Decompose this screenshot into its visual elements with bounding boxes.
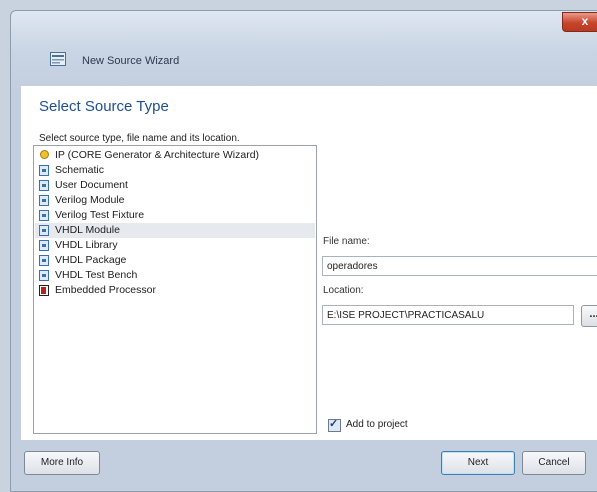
vhdl-module-icon (39, 225, 49, 236)
test-fixture-icon (39, 210, 49, 221)
window-title: New Source Wizard (82, 55, 180, 67)
location-label: Location: (323, 285, 364, 296)
schematic-icon (39, 165, 49, 176)
browse-button[interactable]: ... (581, 305, 597, 327)
list-item-vhdl-library[interactable]: VHDL Library (35, 238, 315, 253)
list-item-verilog-test-fixture[interactable]: Verilog Test Fixture (35, 208, 315, 223)
file-name-label: File name: (323, 236, 370, 247)
location-field[interactable]: E:\ISE PROJECT\PRACTICASALU (322, 305, 574, 325)
page-heading: Select Source Type (39, 98, 169, 115)
list-item-user-document[interactable]: User Document (35, 178, 315, 193)
close-button[interactable]: x (562, 12, 597, 32)
add-to-project-checkbox[interactable] (328, 417, 341, 432)
next-button[interactable]: Next (441, 451, 515, 475)
list-item-embedded-processor[interactable]: Embedded Processor (35, 283, 315, 298)
list-item-schematic[interactable]: Schematic (35, 163, 315, 178)
source-type-list[interactable]: IP (CORE Generator & Architecture Wizard… (33, 145, 317, 434)
verilog-icon (39, 195, 49, 206)
list-item-vhdl-test-bench[interactable]: VHDL Test Bench (35, 268, 315, 283)
vhdl-package-icon (39, 255, 49, 266)
more-info-button[interactable]: More Info (24, 451, 100, 475)
instruction-text: Select source type, file name and its lo… (39, 133, 240, 144)
wizard-icon (50, 52, 66, 66)
document-icon (39, 180, 49, 191)
cancel-button[interactable]: Cancel (522, 451, 586, 475)
file-name-field[interactable]: operadores (322, 256, 597, 276)
wizard-content: Select Source Type Select source type, f… (21, 86, 597, 440)
test-bench-icon (39, 270, 49, 281)
processor-icon (39, 285, 49, 296)
add-to-project-label: Add to project (346, 419, 408, 430)
ip-core-icon (39, 150, 49, 161)
list-item-vhdl-module[interactable]: VHDL Module (35, 223, 315, 238)
list-item-vhdl-package[interactable]: VHDL Package (35, 253, 315, 268)
vhdl-library-icon (39, 240, 49, 251)
list-item-ip-core[interactable]: IP (CORE Generator & Architecture Wizard… (35, 148, 315, 163)
list-item-verilog-module[interactable]: Verilog Module (35, 193, 315, 208)
